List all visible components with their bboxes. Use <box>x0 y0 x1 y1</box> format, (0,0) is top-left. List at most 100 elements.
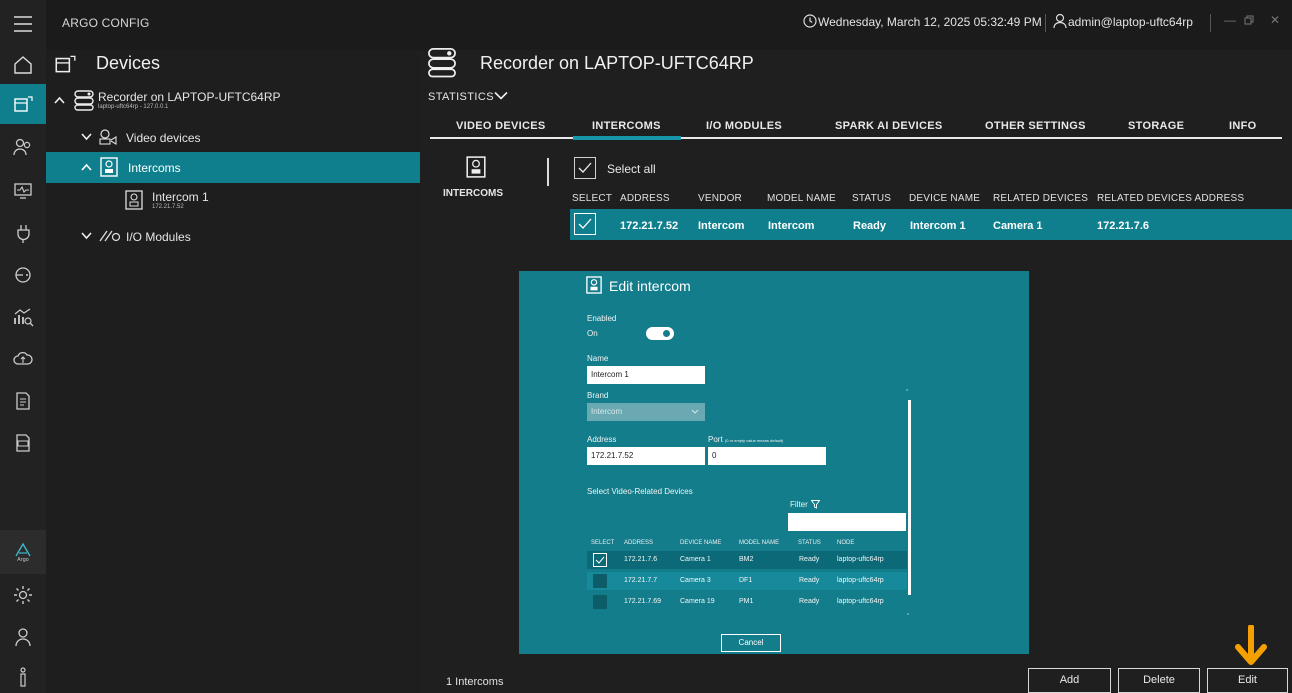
add-button[interactable]: Add <box>1028 668 1111 693</box>
gear-icon[interactable] <box>12 584 34 606</box>
scroll-down-icon[interactable]: ˇ <box>907 614 909 621</box>
log-icon[interactable] <box>12 432 34 454</box>
filter-icon[interactable] <box>811 500 820 509</box>
dialog-scrollbar[interactable] <box>908 400 911 595</box>
dialog-cell-model: BM2 <box>739 556 754 563</box>
dialog-column-header: DEVICE NAME <box>680 540 722 546</box>
port-hint: (0 or empty value means default) <box>724 438 784 443</box>
dialog-cell-device: Camera 3 <box>680 577 711 584</box>
user-icon[interactable] <box>12 626 34 648</box>
tree-item-video-devices[interactable]: Video devices <box>126 131 201 145</box>
scroll-up-icon[interactable]: ˆ <box>906 390 908 397</box>
analytics-icon[interactable] <box>12 306 34 328</box>
dialog-title: Edit intercom <box>609 278 691 294</box>
dialog-row-checkbox[interactable] <box>593 574 607 588</box>
intercom-icon <box>586 276 602 294</box>
chevron-down-icon[interactable] <box>494 91 508 101</box>
filter-label: Filter <box>790 500 808 509</box>
divider <box>1210 14 1211 32</box>
enabled-toggle[interactable] <box>646 327 674 340</box>
port-field[interactable]: 0 <box>708 447 826 465</box>
column-header: SELECT <box>572 193 613 204</box>
cell-device-name: Intercom 1 <box>910 220 966 232</box>
intercom-icon[interactable] <box>12 264 34 286</box>
name-field[interactable]: Intercom 1 <box>587 366 705 384</box>
column-header: ADDRESS <box>620 193 670 204</box>
arrow-down-icon <box>1233 625 1269 667</box>
dialog-cell-status: Ready <box>799 577 820 584</box>
recorder-icon <box>73 89 95 111</box>
io-module-icon <box>98 229 122 243</box>
dialog-cell-address: 172.21.7.7 <box>624 577 658 584</box>
devices-title: Devices <box>96 53 161 73</box>
tab-intercoms[interactable]: INTERCOMS <box>592 120 661 132</box>
monitor-icon[interactable] <box>12 180 34 202</box>
dialog-column-header: SELECT <box>591 540 615 546</box>
dialog-column-header: NODE <box>837 540 855 546</box>
dialog-column-header: MODEL NAME <box>739 540 780 546</box>
svg-text:Argo: Argo <box>17 557 29 562</box>
chevron-up-icon[interactable] <box>81 163 92 171</box>
home-icon[interactable] <box>12 54 34 76</box>
column-header: DEVICE NAME <box>909 193 981 204</box>
delete-button[interactable]: Delete <box>1118 668 1200 693</box>
tree-item-recorder[interactable]: Recorder on LAPTOP-UFTC64RP laptop-uftc6… <box>98 90 281 110</box>
dialog-cell-address: 172.21.7.69 <box>624 598 661 605</box>
info-icon[interactable] <box>12 666 34 688</box>
cloud-icon[interactable] <box>12 348 34 370</box>
tab-storage[interactable]: STORAGE <box>1128 120 1184 132</box>
menu-icon[interactable] <box>12 14 34 36</box>
page-title: Recorder on LAPTOP-UFTC64RP <box>480 53 754 73</box>
brand-select[interactable]: Intercom <box>587 403 705 421</box>
tab-other-settings[interactable]: OTHER SETTINGS <box>985 120 1086 132</box>
dialog-cell-node: laptop-uftc64rp <box>837 598 884 605</box>
chevron-down-icon[interactable] <box>81 232 92 240</box>
cell-related: Camera 1 <box>993 220 1043 232</box>
dialog-cell-model: PM1 <box>739 598 754 605</box>
address-label: Address <box>587 435 617 444</box>
port-label-text: Port <box>708 435 723 444</box>
restore-button[interactable] <box>1244 15 1255 26</box>
statistics-toggle[interactable]: STATISTICS <box>428 91 494 103</box>
select-all-checkbox[interactable] <box>574 157 596 179</box>
plug-icon[interactable] <box>12 222 34 244</box>
tab-spark-ai-devices[interactable]: SPARK AI DEVICES <box>835 120 942 132</box>
users-icon[interactable] <box>12 136 34 158</box>
name-label: Name <box>587 354 609 363</box>
chevron-down-icon[interactable] <box>81 133 92 141</box>
intercoms-category-label: INTERCOMS <box>443 188 503 199</box>
filter-input[interactable] <box>788 513 906 531</box>
address-field[interactable]: 172.21.7.52 <box>587 447 705 465</box>
divider <box>547 158 549 186</box>
cancel-button[interactable]: Cancel <box>721 634 781 652</box>
column-header: STATUS <box>852 193 892 204</box>
intercom-icon[interactable] <box>466 156 486 178</box>
tab-active-indicator <box>573 136 681 140</box>
report-icon[interactable] <box>12 390 34 412</box>
argo-logo[interactable]: Argo <box>12 540 34 562</box>
enabled-label: Enabled <box>587 314 617 323</box>
cell-status: Ready <box>853 220 887 232</box>
dialog-row-checkbox[interactable] <box>593 553 607 567</box>
user-account[interactable]: admin@laptop-uftc64rp <box>1068 15 1193 29</box>
close-button[interactable]: ✕ <box>1270 13 1280 27</box>
minimize-button[interactable]: — <box>1224 13 1236 27</box>
dialog-column-header: STATUS <box>798 540 821 546</box>
dialog-cell-device: Camera 1 <box>680 556 711 563</box>
tab-video-devices[interactable]: VIDEO DEVICES <box>456 120 545 132</box>
tab-io-modules[interactable]: I/O MODULES <box>706 120 782 132</box>
divider <box>1045 14 1046 32</box>
row-checkbox[interactable] <box>574 213 596 235</box>
select-all-label[interactable]: Select all <box>607 162 656 176</box>
related-devices-label: Select Video-Related Devices <box>587 487 693 496</box>
brand-label: Brand <box>587 391 609 400</box>
tree-item-intercom-1[interactable]: Intercom 1 172.21.7.52 <box>152 190 209 210</box>
tab-info[interactable]: INFO <box>1229 120 1256 132</box>
tree-item-io-modules[interactable]: I/O Modules <box>126 230 191 244</box>
devices-icon[interactable] <box>12 93 34 115</box>
tree-item-intercoms[interactable]: Intercoms <box>128 161 181 175</box>
chevron-up-icon[interactable] <box>54 96 65 104</box>
intercom-icon <box>100 157 118 177</box>
edit-button[interactable]: Edit <box>1207 668 1288 693</box>
dialog-row-checkbox[interactable] <box>593 595 607 609</box>
